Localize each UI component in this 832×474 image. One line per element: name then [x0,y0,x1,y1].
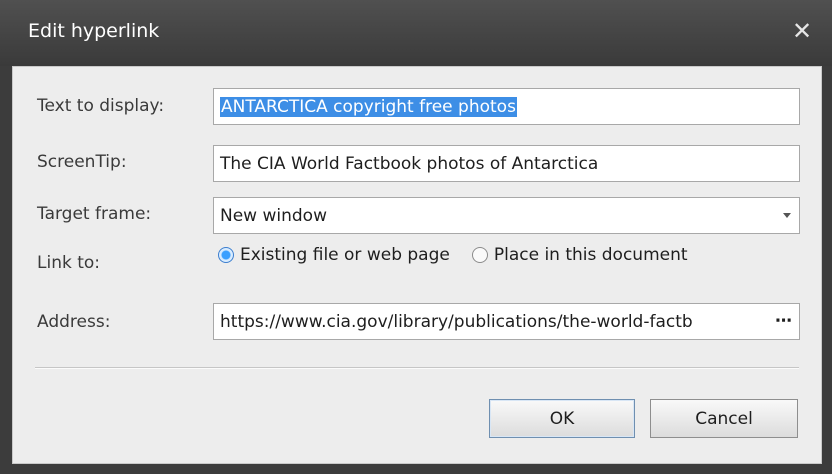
screentip-value: The CIA World Factbook photos of Antarct… [220,153,599,174]
target-frame-value: New window [220,205,327,226]
ok-button[interactable]: OK [489,399,635,438]
radio-place-in-document[interactable] [471,247,488,263]
target-frame-label: Target frame: [37,204,152,224]
chevron-down-icon[interactable] [783,213,791,218]
address-field[interactable]: https://www.cia.gov/library/publications… [213,303,800,340]
dialog-body: Text to display: ANTARCTICA copyright fr… [12,66,822,464]
edit-hyperlink-dialog: Edit hyperlink ✕ Text to display: ANTARC… [0,0,832,474]
radio-existing-file[interactable] [218,247,234,263]
radio-existing-file-label[interactable]: Existing file or web page [240,245,450,265]
text-to-display-label: Text to display: [37,96,165,116]
link-to-options: Existing file or web page Place in this … [218,245,710,265]
address-label: Address: [37,312,111,332]
link-to-label: Link to: [37,253,101,273]
target-frame-select[interactable]: New window [213,197,800,234]
dialog-title: Edit hyperlink [28,20,160,42]
title-bar: Edit hyperlink ✕ [0,0,832,66]
text-to-display-value: ANTARCTICA copyright free photos [220,96,517,117]
cancel-button[interactable]: Cancel [650,399,798,438]
address-value: https://www.cia.gov/library/publications… [220,311,693,332]
separator [35,367,799,369]
close-icon[interactable]: ✕ [786,14,818,48]
more-options-icon[interactable]: ⋯ [775,311,793,331]
text-to-display-field[interactable]: ANTARCTICA copyright free photos [213,88,800,125]
screentip-field[interactable]: The CIA World Factbook photos of Antarct… [213,145,800,182]
radio-place-in-document-label[interactable]: Place in this document [494,245,688,265]
screentip-label: ScreenTip: [37,152,127,172]
